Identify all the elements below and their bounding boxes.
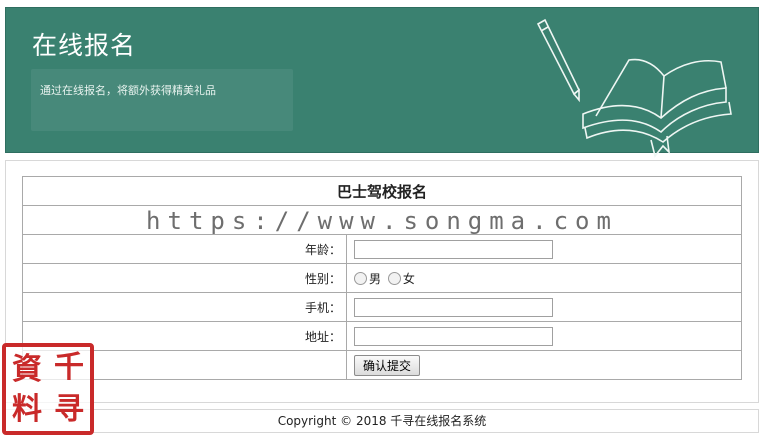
red-seal-stamp: 資 千 料 寻 (2, 343, 94, 435)
registration-form-panel: 巴士驾校报名 年龄： 性别： 男 女 手机： 地址： 确认提交 https://… (5, 160, 759, 403)
gender-male-label: 男 (369, 271, 382, 286)
registration-form-table: 巴士驾校报名 年龄： 性别： 男 女 手机： 地址： 确认提交 (22, 176, 742, 380)
address-cell (346, 321, 742, 351)
address-input[interactable] (354, 326, 553, 346)
gender-female-radio[interactable] (387, 271, 401, 285)
pencil-and-book-illustration (536, 18, 732, 158)
gender-female-label: 女 (402, 271, 415, 286)
seal-char-1: 資 (12, 352, 42, 387)
submit-button[interactable]: 确认提交 (354, 354, 421, 376)
seal-char-3: 料 (12, 392, 42, 427)
seal-char-2: 千 (54, 350, 84, 385)
submit-cell: 确认提交 (346, 350, 742, 380)
banner-subtitle: 通过在线报名，将额外获得精美礼品 (40, 84, 216, 97)
age-label: 年龄： (22, 234, 347, 264)
age-cell (346, 234, 742, 264)
banner: 在线报名 通过在线报名，将额外获得精美礼品 (5, 7, 759, 158)
banner-title: 在线报名 (32, 31, 137, 60)
blank-row (22, 205, 742, 235)
gender-cell: 男 女 (346, 263, 742, 293)
age-input[interactable] (354, 239, 553, 259)
pencil-icon (536, 18, 580, 103)
phone-input[interactable] (354, 297, 553, 317)
open-book-icon (582, 58, 732, 158)
banner-note: 通过在线报名，将额外获得精美礼品 (31, 69, 293, 131)
phone-label: 手机： (22, 292, 347, 322)
gender-label: 性别： (22, 263, 347, 293)
seal-char-4: 寻 (54, 392, 84, 427)
form-title: 巴士驾校报名 (22, 176, 742, 206)
phone-cell (346, 292, 742, 322)
footer-copyright: Copyright © 2018 千寻在线报名系统 (5, 409, 759, 433)
gender-male-radio[interactable] (354, 271, 367, 285)
